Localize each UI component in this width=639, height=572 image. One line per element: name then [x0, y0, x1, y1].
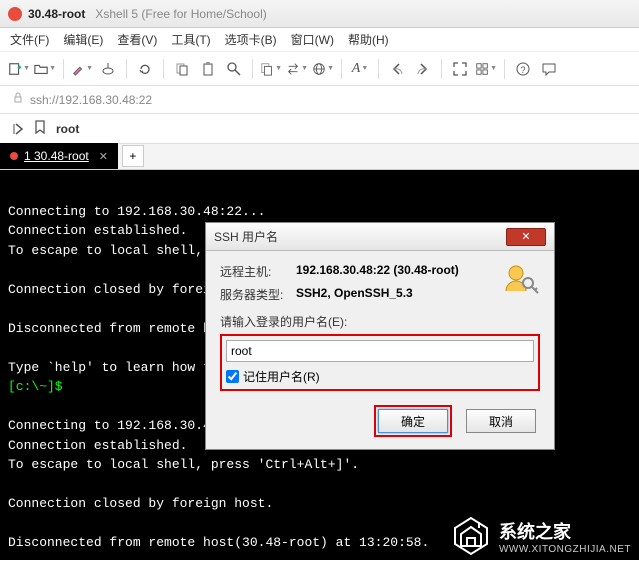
globe-button[interactable]: ▼ [312, 58, 334, 80]
server-type-value: SSH2, OpenSSH_5.3 [296, 286, 413, 303]
toolbar-separator [504, 59, 505, 79]
forward-button[interactable] [412, 58, 434, 80]
lock-icon [12, 92, 24, 107]
server-type-label: 服务器类型: [220, 286, 296, 303]
svg-text:?: ? [520, 65, 525, 75]
tab-close-icon[interactable]: ✕ [99, 150, 108, 163]
watermark-name: 系统之家 [499, 518, 631, 544]
nav-forward-icon[interactable] [12, 122, 26, 136]
open-button[interactable]: ▼ [34, 58, 56, 80]
reconnect-button[interactable] [134, 58, 156, 80]
tab-label: 1 30.48-root [24, 149, 89, 163]
layout-button[interactable]: ▼ [475, 58, 497, 80]
window-title: 30.48-root [28, 7, 85, 21]
paste-button[interactable] [197, 58, 219, 80]
app-icon [8, 7, 22, 21]
tab-bar: 1 30.48-root ✕ + [0, 144, 639, 170]
cancel-button[interactable]: 取消 [466, 409, 536, 433]
menu-file[interactable]: 文件(F) [10, 31, 49, 48]
menu-window[interactable]: 窗口(W) [291, 31, 334, 48]
remote-host-label: 远程主机: [220, 263, 296, 280]
toolbar-separator [63, 59, 64, 79]
search-button[interactable] [223, 58, 245, 80]
remember-username-label[interactable]: 记住用户名(R) [243, 368, 320, 385]
dialog-close-button[interactable]: ✕ [506, 228, 546, 246]
watermark-url: WWW.XITONGZHIJIA.NET [499, 544, 631, 555]
toolbar-separator [378, 59, 379, 79]
menu-help[interactable]: 帮助(H) [348, 31, 389, 48]
menu-tabs[interactable]: 选项卡(B) [225, 31, 277, 48]
toolbar-separator [126, 59, 127, 79]
remote-host-value: 192.168.30.48:22 (30.48-root) [296, 263, 459, 280]
watermark-logo-icon [449, 514, 493, 558]
menu-view[interactable]: 查看(V) [117, 31, 157, 48]
copy-button[interactable] [171, 58, 193, 80]
clear-button[interactable] [97, 58, 119, 80]
highlight-box-ok: 确定 [374, 405, 452, 437]
path-bar: root [0, 114, 639, 144]
tab-active[interactable]: 1 30.48-root ✕ [0, 143, 118, 169]
bookmark-icon[interactable] [34, 120, 50, 137]
address-bar[interactable]: ssh://192.168.30.48:22 [0, 86, 639, 114]
transfer-button[interactable]: ▼ [286, 58, 308, 80]
window-titlebar: 30.48-root Xshell 5 (Free for Home/Schoo… [0, 0, 639, 28]
new-tab-button[interactable]: + [122, 145, 144, 167]
path-current: root [56, 122, 79, 136]
menu-edit[interactable]: 编辑(E) [63, 31, 103, 48]
ok-button[interactable]: 确定 [378, 409, 448, 433]
toolbar: ▼ ▼ ▼ ▼ ▼ ▼ A▼ ▼ ? [0, 52, 639, 86]
files-button[interactable]: ▼ [260, 58, 282, 80]
username-prompt: 请输入登录的用户名(E): [220, 313, 540, 330]
back-button[interactable] [386, 58, 408, 80]
username-input[interactable] [226, 340, 534, 362]
fullscreen-button[interactable] [449, 58, 471, 80]
menu-tools[interactable]: 工具(T) [171, 31, 210, 48]
dialog-title: SSH 用户名 [214, 228, 278, 245]
ssh-username-dialog: SSH 用户名 ✕ 远程主机: 192.168.30.48:22 (30.48-… [205, 222, 555, 450]
user-key-icon [502, 261, 540, 299]
watermark: 系统之家 WWW.XITONGZHIJIA.NET [449, 514, 631, 558]
tab-status-dot [10, 152, 18, 160]
highlight-box-input: 记住用户名(R) [220, 334, 540, 391]
color-tool-button[interactable]: ▼ [71, 58, 93, 80]
dialog-titlebar[interactable]: SSH 用户名 ✕ [206, 223, 554, 251]
address-url: ssh://192.168.30.48:22 [30, 93, 152, 107]
help-button[interactable]: ? [512, 58, 534, 80]
font-button[interactable]: A▼ [349, 58, 371, 80]
toolbar-separator [341, 59, 342, 79]
toolbar-separator [441, 59, 442, 79]
remember-username-checkbox[interactable] [226, 370, 239, 383]
toolbar-separator [252, 59, 253, 79]
menubar: 文件(F) 编辑(E) 查看(V) 工具(T) 选项卡(B) 窗口(W) 帮助(… [0, 28, 639, 52]
toolbar-separator [163, 59, 164, 79]
new-session-button[interactable]: ▼ [8, 58, 30, 80]
window-subtitle: Xshell 5 (Free for Home/School) [95, 7, 266, 21]
comment-button[interactable] [538, 58, 560, 80]
